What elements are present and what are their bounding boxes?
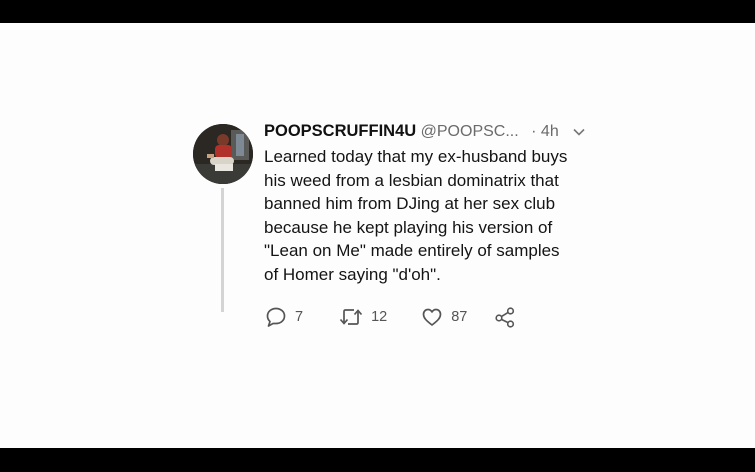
like-count: 87 [451, 309, 468, 325]
chevron-down-icon[interactable] [573, 123, 585, 141]
thread-line [221, 188, 224, 312]
share-icon [494, 306, 516, 328]
like-button[interactable]: 87 [421, 306, 467, 328]
user-handle[interactable]: @POOPSC... [421, 123, 519, 140]
tweet-header: POOPSCRUFFIN4U @POOPSC... · 4h [264, 122, 585, 144]
display-name[interactable]: POOPSCRUFFIN4U [264, 122, 416, 140]
reply-count: 7 [295, 309, 304, 325]
tweet-text: Learned today that my ex-husband buys hi… [264, 147, 568, 284]
avatar[interactable] [193, 124, 253, 184]
timestamp[interactable]: · 4h [531, 123, 559, 140]
share-button[interactable] [494, 306, 516, 328]
heart-icon [421, 306, 443, 328]
retweet-button[interactable]: 12 [339, 306, 387, 328]
retweet-icon [339, 306, 363, 328]
tweet-actions: 7 12 87 [265, 305, 516, 329]
retweet-count: 12 [371, 309, 388, 325]
reply-icon [265, 306, 287, 328]
reply-button[interactable]: 7 [265, 306, 303, 328]
